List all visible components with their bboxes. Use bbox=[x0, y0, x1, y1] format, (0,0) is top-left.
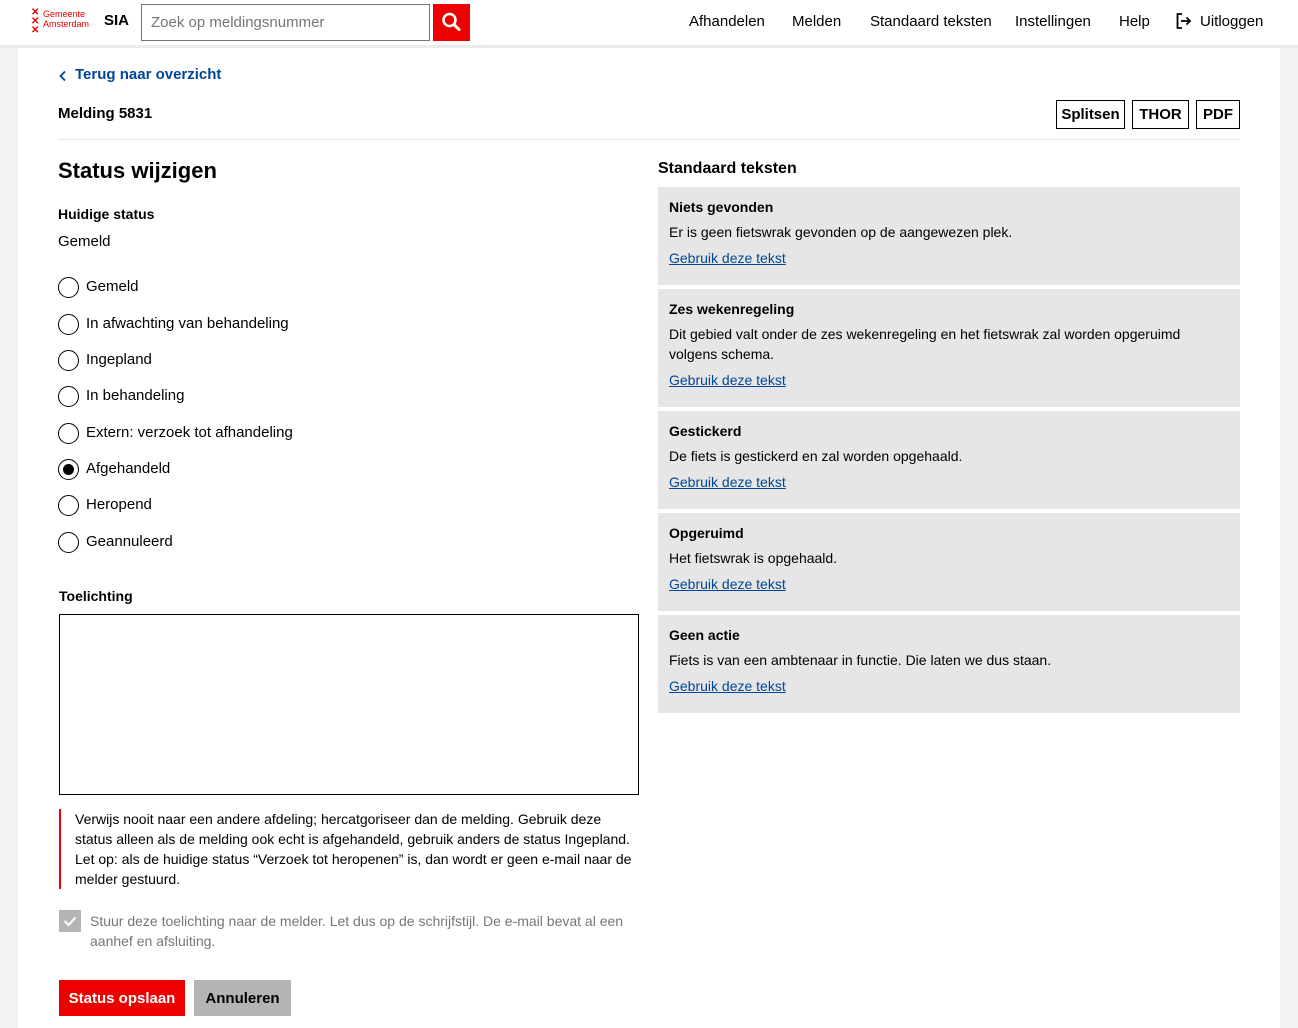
nav-uitloggen[interactable]: Uitloggen bbox=[1200, 13, 1263, 30]
send-to-reporter-label: Stuur deze toelichting naar de melder. L… bbox=[90, 913, 624, 949]
nav-afhandelen[interactable]: Afhandelen bbox=[689, 13, 765, 30]
standard-text-title: Zes wekenregeling bbox=[669, 301, 795, 317]
splitsen-button[interactable]: Splitsen bbox=[1056, 100, 1125, 129]
toelichting-label: Toelichting bbox=[59, 588, 133, 604]
chevron-left-icon bbox=[59, 70, 66, 82]
radio-label: In afwachting van behandeling bbox=[86, 315, 289, 332]
radio-label: In behandeling bbox=[86, 387, 185, 404]
search-icon bbox=[442, 12, 461, 31]
radio-label: Afgehandeld bbox=[86, 460, 171, 477]
radio-circle[interactable] bbox=[58, 350, 79, 371]
standard-text-body: De fiets is gestickerd en zal worden opg… bbox=[669, 448, 963, 464]
standard-text-title: Geen actie bbox=[669, 627, 740, 643]
standard-text-title: Opgeruimd bbox=[669, 525, 744, 541]
standard-text-card: Niets gevonden Er is geen fietswrak gevo… bbox=[658, 187, 1240, 285]
top-bar: ✕ ✕ ✕ Gemeente Amsterdam SIA Zoek op meldi… bbox=[0, 0, 1298, 45]
logout-icon[interactable] bbox=[1176, 12, 1192, 30]
header-divider bbox=[58, 139, 1240, 140]
search-input[interactable]: Zoek op meldingsnummer bbox=[141, 4, 430, 41]
standard-texts-heading: Standaard teksten bbox=[658, 160, 797, 177]
radio-circle[interactable] bbox=[58, 459, 79, 480]
standard-text-title: Niets gevonden bbox=[669, 199, 774, 215]
save-status-button[interactable]: Status opslaan bbox=[59, 980, 185, 1016]
toelichting-textarea[interactable] bbox=[59, 614, 639, 795]
radio-label: Gemeld bbox=[86, 278, 139, 295]
current-status-label: Huidige status bbox=[58, 206, 155, 222]
nav-melden[interactable]: Melden bbox=[792, 13, 841, 30]
amsterdam-crosses-icon: ✕ ✕ ✕ bbox=[31, 7, 40, 36]
standard-text-card: Geen actie Fiets is van een ambtenaar in… bbox=[658, 615, 1240, 713]
radio-circle[interactable] bbox=[58, 277, 79, 298]
nav-standaard-teksten[interactable]: Standaard teksten bbox=[870, 13, 992, 30]
radio-label: Geannuleerd bbox=[86, 533, 173, 550]
radio-circle[interactable] bbox=[58, 532, 79, 553]
use-text-link[interactable]: Gebruik deze tekst bbox=[669, 678, 786, 694]
standard-text-body: Het fietswrak is opgehaald. bbox=[669, 550, 838, 566]
radio-circle[interactable] bbox=[58, 495, 79, 516]
send-to-reporter-checkbox[interactable] bbox=[59, 910, 81, 932]
standard-text-body: Fiets is van een ambtenaar in functie. D… bbox=[669, 652, 1052, 668]
standard-text-body: Er is geen fietswrak gevonden op de aang… bbox=[669, 224, 1013, 240]
standard-text-body: Dit gebied valt onder de zes wekenregeli… bbox=[669, 326, 1181, 362]
standard-text-card: Opgeruimd Het fietswrak is opgehaald. Ge… bbox=[658, 513, 1240, 611]
nav-instellingen[interactable]: Instellingen bbox=[1015, 13, 1091, 30]
use-text-link[interactable]: Gebruik deze tekst bbox=[669, 250, 786, 266]
app-name: SIA bbox=[104, 12, 130, 29]
back-link[interactable]: Terug naar overzicht bbox=[58, 66, 221, 83]
radio-circle[interactable] bbox=[58, 386, 79, 407]
warning-notice: Verwijs nooit naar een andere afdeling; … bbox=[59, 809, 639, 889]
logo-line-1: Gemeente bbox=[43, 9, 86, 19]
use-text-link[interactable]: Gebruik deze tekst bbox=[669, 372, 786, 388]
checkmark-icon bbox=[63, 916, 77, 927]
use-text-link[interactable]: Gebruik deze tekst bbox=[669, 576, 786, 592]
radio-label: Heropend bbox=[86, 496, 152, 513]
incident-title: Melding 5831 bbox=[58, 105, 153, 122]
logo-line-2: Amsterdam bbox=[43, 19, 90, 29]
back-link-label: Terug naar overzicht bbox=[75, 66, 222, 83]
nav-help[interactable]: Help bbox=[1119, 13, 1150, 30]
amsterdam-logo[interactable]: ✕ ✕ ✕ Gemeente Amsterdam bbox=[31, 8, 101, 38]
radio-label: Ingepland bbox=[86, 351, 152, 368]
standard-text-title: Gestickerd bbox=[669, 423, 742, 439]
standard-text-card: Zes wekenregeling Dit gebied valt onder … bbox=[658, 289, 1240, 407]
thor-button[interactable]: THOR bbox=[1132, 100, 1189, 129]
cancel-button[interactable]: Annuleren bbox=[194, 980, 291, 1016]
use-text-link[interactable]: Gebruik deze tekst bbox=[669, 474, 786, 490]
standard-text-card: Gestickerd De fiets is gestickerd en zal… bbox=[658, 411, 1240, 509]
pdf-button[interactable]: PDF bbox=[1196, 100, 1240, 129]
status-heading: Status wijzigen bbox=[58, 158, 217, 183]
search-button[interactable] bbox=[433, 4, 470, 41]
current-status-value: Gemeld bbox=[58, 233, 111, 250]
radio-circle[interactable] bbox=[58, 423, 79, 444]
radio-circle[interactable] bbox=[58, 314, 79, 335]
radio-label: Extern: verzoek tot afhandeling bbox=[86, 424, 293, 441]
